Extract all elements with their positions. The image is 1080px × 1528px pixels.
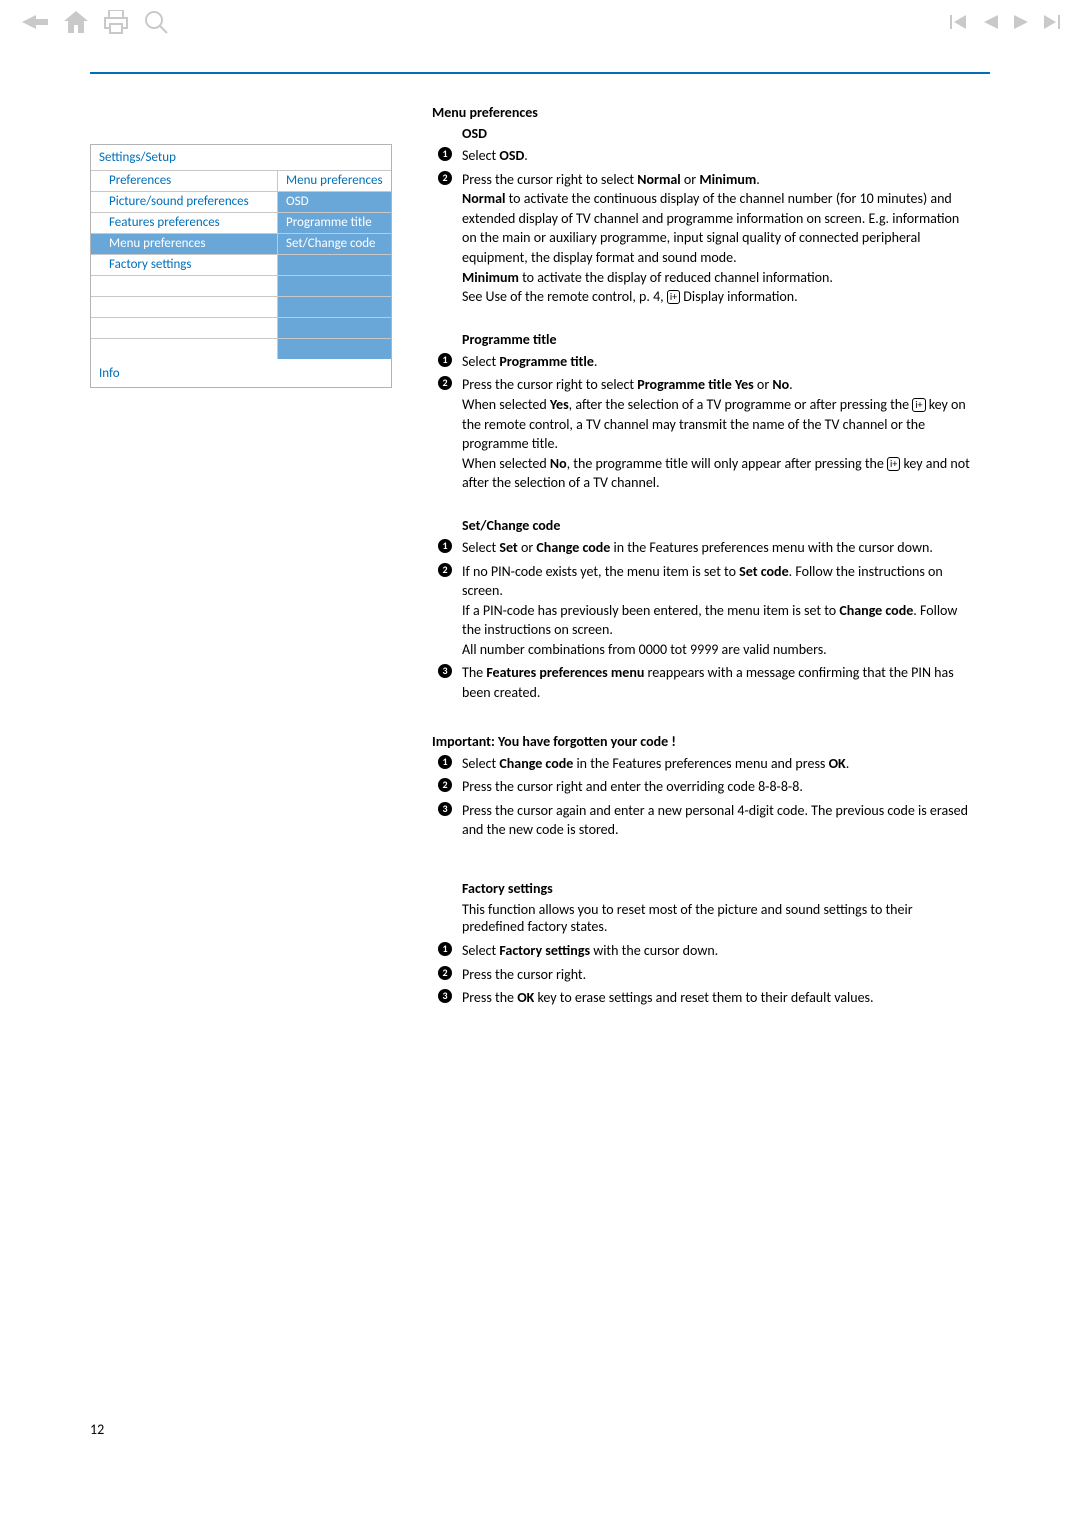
pdf-toolbar bbox=[0, 0, 1080, 44]
forgot-code-steps: Select Change code in the Features prefe… bbox=[432, 754, 972, 840]
menu-cell-left bbox=[91, 339, 278, 359]
osd-heading: OSD bbox=[462, 125, 972, 142]
print-icon[interactable] bbox=[104, 10, 128, 38]
osd-step-1: Select OSD. bbox=[432, 146, 972, 166]
menu-cell-right: Programme title bbox=[278, 213, 391, 233]
first-page-icon[interactable] bbox=[950, 15, 968, 33]
menu-row bbox=[91, 339, 391, 359]
info-plus-icon: i+ bbox=[887, 457, 900, 471]
menu-column: Settings/Setup Preferences Menu preferen… bbox=[90, 104, 392, 1032]
factory-step-1: Select Factory settings with the cursor … bbox=[432, 941, 972, 961]
forgot-code-heading: Important: You have forgotten your code … bbox=[432, 733, 972, 750]
menu-cell-right bbox=[278, 255, 391, 275]
menu-col-right-header: Menu preferences bbox=[278, 171, 391, 191]
back-icon[interactable] bbox=[22, 13, 48, 35]
menu-cell-left: Features preferences bbox=[91, 213, 278, 233]
forgot-step-3: Press the cursor again and enter a new p… bbox=[432, 801, 972, 840]
osd-step-2: Press the cursor right to select Normal … bbox=[432, 170, 972, 307]
menu-col-left-header: Preferences bbox=[91, 171, 278, 191]
menu-title: Settings/Setup bbox=[91, 145, 391, 171]
menu-row bbox=[91, 297, 391, 318]
menu-cell-left bbox=[91, 297, 278, 317]
osd-steps: Select OSD. Press the cursor right to se… bbox=[432, 146, 972, 307]
menu-row bbox=[91, 276, 391, 297]
menu-cell-left bbox=[91, 318, 278, 338]
set-change-code-heading: Set/Change code bbox=[462, 517, 972, 534]
menu-row: Features preferencesProgramme title bbox=[91, 213, 391, 234]
menu-cell-right: Set/Change code bbox=[278, 234, 391, 254]
menu-cell-right: OSD bbox=[278, 192, 391, 212]
code-step-2: If no PIN-code exists yet, the menu item… bbox=[432, 562, 972, 660]
forgot-step-2: Press the cursor right and enter the ove… bbox=[432, 777, 972, 797]
home-icon[interactable] bbox=[64, 11, 88, 37]
menu-row bbox=[91, 318, 391, 339]
set-change-code-steps: Select Set or Change code in the Feature… bbox=[432, 538, 972, 703]
menu-cell-right bbox=[278, 297, 391, 317]
settings-menu-box: Settings/Setup Preferences Menu preferen… bbox=[90, 144, 392, 388]
page-number: 12 bbox=[90, 1421, 104, 1438]
section-menu-preferences-title: Menu preferences bbox=[432, 104, 972, 121]
factory-settings-steps: Select Factory settings with the cursor … bbox=[432, 941, 972, 1008]
body-column: Menu preferences OSD Select OSD. Press t… bbox=[432, 104, 972, 1032]
last-page-icon[interactable] bbox=[1044, 15, 1062, 33]
menu-info: Info bbox=[91, 359, 391, 387]
menu-row: Menu preferencesSet/Change code bbox=[91, 234, 391, 255]
toolbar-right bbox=[950, 15, 1062, 33]
toolbar-left bbox=[22, 10, 168, 38]
content: Settings/Setup Preferences Menu preferen… bbox=[0, 74, 1080, 1032]
prog-step-1: Select Programme title. bbox=[432, 352, 972, 372]
factory-settings-intro: This function allows you to reset most o… bbox=[462, 901, 972, 935]
prev-page-icon[interactable] bbox=[984, 15, 998, 33]
programme-title-heading: Programme title bbox=[462, 331, 972, 348]
menu-row: Factory settings bbox=[91, 255, 391, 276]
search-icon[interactable] bbox=[144, 10, 168, 38]
menu-cell-left bbox=[91, 276, 278, 296]
prog-step-2: Press the cursor right to select Program… bbox=[432, 375, 972, 493]
menu-cell-left: Menu preferences bbox=[91, 234, 278, 254]
menu-cell-right bbox=[278, 339, 391, 359]
code-step-3: The Features preferences menu reappears … bbox=[432, 663, 972, 702]
menu-cell-right bbox=[278, 276, 391, 296]
menu-row: Picture/sound preferencesOSD bbox=[91, 192, 391, 213]
factory-step-2: Press the cursor right. bbox=[432, 965, 972, 985]
info-plus-icon: i+ bbox=[667, 290, 680, 304]
code-step-1: Select Set or Change code in the Feature… bbox=[432, 538, 972, 558]
next-page-icon[interactable] bbox=[1014, 15, 1028, 33]
info-plus-icon: i+ bbox=[912, 398, 925, 412]
menu-cell-left: Picture/sound preferences bbox=[91, 192, 278, 212]
programme-title-steps: Select Programme title. Press the cursor… bbox=[432, 352, 972, 493]
factory-step-3: Press the OK key to erase settings and r… bbox=[432, 988, 972, 1008]
menu-cell-right bbox=[278, 318, 391, 338]
forgot-step-1: Select Change code in the Features prefe… bbox=[432, 754, 972, 774]
menu-cell-left: Factory settings bbox=[91, 255, 278, 275]
factory-settings-heading: Factory settings bbox=[462, 880, 972, 897]
